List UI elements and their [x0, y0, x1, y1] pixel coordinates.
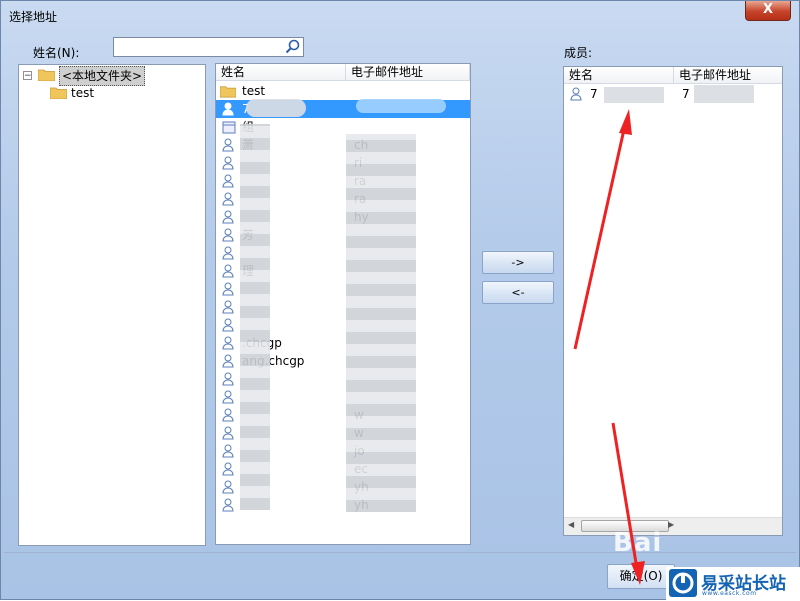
person-icon — [570, 87, 582, 101]
brand-url: www.easck.com — [702, 590, 757, 597]
watermark-logo: Bai — [613, 528, 663, 558]
remove-member-button[interactable]: <- — [482, 281, 554, 304]
person-icon — [222, 102, 234, 116]
add-member-button[interactable]: -> — [482, 251, 554, 274]
person-icon — [222, 264, 234, 278]
privacy-blur — [246, 99, 306, 117]
scroll-left-icon[interactable]: ◀ — [568, 520, 574, 529]
folder-tree[interactable]: − <本地文件夹> test — [18, 64, 206, 546]
search-input[interactable] — [113, 37, 304, 57]
person-icon — [222, 246, 234, 260]
member-name: 7 — [590, 87, 598, 101]
ok-button[interactable]: 确定(O) — [607, 564, 675, 589]
group-icon — [222, 121, 236, 134]
person-icon — [222, 390, 234, 404]
person-icon — [222, 318, 234, 332]
footer-divider — [4, 552, 796, 553]
address-list[interactable]: 姓名 电子邮件地址 test7组萧chrirarahy芳理.chcgpang.c… — [215, 63, 471, 545]
search-icon[interactable] — [285, 39, 301, 55]
person-icon — [222, 192, 234, 206]
scroll-right-icon[interactable]: ▶ — [668, 520, 674, 529]
list-item[interactable]: test — [216, 82, 470, 100]
member-column-header-email[interactable]: 电子邮件地址 — [674, 67, 782, 84]
site-brand-badge: 易采站长站 www.easck.com — [666, 567, 800, 601]
person-icon — [222, 462, 234, 476]
column-header-name[interactable]: 姓名 — [216, 64, 346, 81]
members-list[interactable]: 姓名 电子邮件地址 7 7 ◀ ▶ — [563, 66, 783, 536]
person-icon — [222, 210, 234, 224]
tree-item-label: <本地文件夹> — [59, 66, 146, 86]
person-icon — [222, 174, 234, 188]
person-icon — [222, 156, 234, 170]
collapse-toggle[interactable]: − — [23, 71, 32, 81]
privacy-blur — [346, 134, 416, 512]
person-icon — [222, 354, 234, 368]
person-icon — [222, 372, 234, 386]
person-icon — [222, 282, 234, 296]
name-label: 姓名(N): — [33, 46, 80, 60]
tree-item-label: test — [71, 86, 95, 100]
person-icon — [222, 408, 234, 422]
person-icon — [222, 300, 234, 314]
person-icon — [222, 480, 234, 494]
privacy-blur — [694, 85, 754, 103]
person-icon — [222, 138, 234, 152]
member-email: 7 — [682, 87, 690, 101]
privacy-blur — [604, 87, 664, 103]
person-icon — [222, 228, 234, 242]
person-icon — [222, 444, 234, 458]
privacy-blur — [356, 99, 446, 113]
window-title: 选择地址 — [9, 10, 58, 24]
person-icon — [222, 498, 234, 512]
person-icon — [222, 336, 234, 350]
contact-name: test — [242, 84, 266, 98]
horizontal-scrollbar[interactable]: ◀ ▶ — [564, 517, 782, 535]
person-icon — [222, 426, 234, 440]
column-header-email[interactable]: 电子邮件地址 — [346, 64, 470, 81]
folder-icon — [220, 86, 236, 98]
brand-logo-icon — [669, 569, 697, 597]
members-label: 成员: — [564, 46, 593, 60]
privacy-blur — [240, 124, 270, 510]
close-button[interactable]: X — [745, 1, 791, 21]
member-column-header-name[interactable]: 姓名 — [564, 67, 674, 84]
folder-icon — [50, 87, 67, 99]
folder-icon — [38, 69, 55, 81]
title-bar: 选择地址 X — [1, 1, 799, 29]
select-address-dialog: 选择地址 X 姓名(N): − <本地文件夹> test 姓名 电子邮件地址 t… — [0, 0, 800, 601]
